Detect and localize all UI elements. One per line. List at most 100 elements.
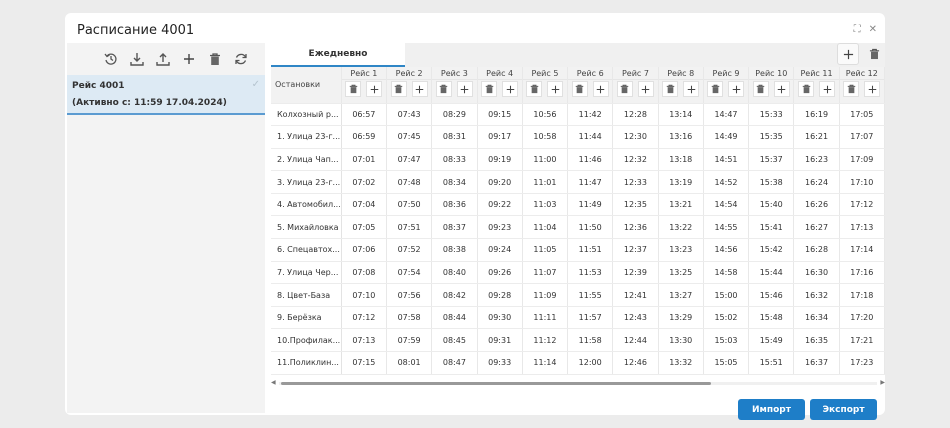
time-cell[interactable]: 09:33	[477, 351, 523, 375]
plus-icon[interactable]	[819, 81, 836, 97]
time-cell[interactable]: 07:01	[341, 148, 388, 172]
time-cell[interactable]: 08:36	[431, 193, 478, 217]
time-cell[interactable]: 14:58	[703, 261, 750, 285]
time-cell[interactable]: 08:45	[431, 328, 478, 353]
time-cell[interactable]: 17:12	[839, 193, 885, 217]
time-cell[interactable]: 16:23	[793, 148, 840, 172]
time-cell[interactable]: 11:00	[522, 148, 569, 172]
time-cell[interactable]: 09:17	[477, 125, 523, 149]
trash-icon[interactable]	[571, 81, 588, 97]
time-cell[interactable]: 17:16	[839, 261, 885, 285]
add-column-button[interactable]	[837, 43, 859, 65]
plus-icon[interactable]	[502, 81, 519, 97]
time-cell[interactable]: 12:33	[612, 170, 659, 194]
expand-icon[interactable]: ⛶	[854, 24, 861, 36]
scroll-right-icon[interactable]: ▶	[880, 379, 885, 386]
time-cell[interactable]: 09:19	[477, 148, 523, 172]
time-cell[interactable]: 11:05	[522, 238, 569, 262]
time-cell[interactable]: 12:32	[612, 148, 659, 172]
time-cell[interactable]: 07:13	[341, 328, 388, 353]
time-cell[interactable]: 16:26	[793, 193, 840, 217]
time-cell[interactable]: 15:02	[703, 306, 750, 330]
time-cell[interactable]: 15:41	[748, 215, 795, 240]
stop-name-cell[interactable]: 1. Улица 23-г...	[271, 125, 342, 149]
time-cell[interactable]: 15:35	[748, 125, 795, 149]
time-cell[interactable]: 11:57	[567, 306, 614, 330]
time-cell[interactable]: 11:01	[522, 170, 569, 194]
time-cell[interactable]: 14:49	[703, 125, 750, 149]
time-cell[interactable]: 07:50	[386, 193, 433, 217]
time-cell[interactable]: 09:24	[477, 238, 523, 262]
time-cell[interactable]: 12:37	[612, 238, 659, 262]
time-cell[interactable]: 07:05	[341, 215, 388, 240]
plus-icon[interactable]	[547, 81, 564, 97]
time-cell[interactable]: 14:56	[703, 238, 750, 262]
stop-name-cell[interactable]: 7. Улица Чер...	[271, 261, 342, 285]
time-cell[interactable]: 12:41	[612, 283, 659, 307]
plus-icon[interactable]	[728, 81, 745, 97]
time-cell[interactable]: 16:35	[793, 328, 840, 353]
time-cell[interactable]: 14:55	[703, 215, 750, 240]
time-cell[interactable]: 07:52	[386, 238, 433, 262]
trash-icon[interactable]	[345, 81, 362, 97]
time-cell[interactable]: 11:04	[522, 215, 569, 240]
time-cell[interactable]: 09:28	[477, 283, 523, 307]
plus-icon[interactable]	[773, 81, 790, 97]
time-cell[interactable]: 13:30	[658, 328, 704, 353]
time-cell[interactable]: 07:04	[341, 193, 388, 217]
plus-icon[interactable]	[411, 81, 428, 97]
trash-icon[interactable]	[526, 81, 543, 97]
time-cell[interactable]: 07:54	[386, 261, 433, 285]
stop-name-cell[interactable]: 2. Улица Чап...	[271, 148, 342, 172]
time-cell[interactable]: 15:40	[748, 193, 795, 217]
plus-icon[interactable]	[592, 81, 609, 97]
time-cell[interactable]: 16:30	[793, 261, 840, 285]
time-cell[interactable]: 09:22	[477, 193, 523, 217]
trash-icon[interactable]	[798, 81, 815, 97]
stop-name-cell[interactable]: Колхозный р...	[271, 103, 342, 127]
time-cell[interactable]: 17:20	[839, 306, 885, 330]
time-cell[interactable]: 15:03	[703, 328, 750, 353]
time-cell[interactable]: 11:55	[567, 283, 614, 307]
scroll-left-icon[interactable]: ◀	[271, 379, 276, 386]
time-cell[interactable]: 08:29	[431, 103, 478, 127]
time-cell[interactable]: 13:19	[658, 170, 704, 194]
scroll-thumb[interactable]	[281, 382, 711, 385]
export-button[interactable]: Экспорт	[810, 399, 877, 420]
time-cell[interactable]: 08:34	[431, 170, 478, 194]
time-cell[interactable]: 07:56	[386, 283, 433, 307]
time-cell[interactable]: 13:27	[658, 283, 704, 307]
time-cell[interactable]: 07:43	[386, 103, 433, 127]
stop-name-cell[interactable]: 6. Спецавтох...	[271, 238, 342, 262]
time-cell[interactable]: 12:28	[612, 103, 659, 127]
refresh-icon[interactable]	[233, 51, 249, 67]
trash-icon[interactable]	[707, 81, 724, 97]
time-cell[interactable]: 14:51	[703, 148, 750, 172]
time-cell[interactable]: 12:36	[612, 215, 659, 240]
time-cell[interactable]: 15:48	[748, 306, 795, 330]
plus-icon[interactable]	[366, 81, 383, 97]
close-icon[interactable]: ✕	[869, 24, 877, 36]
time-cell[interactable]: 13:18	[658, 148, 704, 172]
tab-daily[interactable]: Ежедневно	[271, 43, 405, 67]
time-cell[interactable]: 07:48	[386, 170, 433, 194]
import-button[interactable]: Импорт	[738, 399, 805, 420]
time-cell[interactable]: 07:15	[341, 351, 388, 375]
time-cell[interactable]: 17:14	[839, 238, 885, 262]
time-cell[interactable]: 15:05	[703, 351, 750, 375]
stop-name-cell[interactable]: 8. Цвет-База	[271, 283, 342, 307]
time-cell[interactable]: 14:47	[703, 103, 750, 127]
time-cell[interactable]: 14:54	[703, 193, 750, 217]
time-cell[interactable]: 15:51	[748, 351, 795, 375]
time-cell[interactable]: 12:00	[567, 351, 614, 375]
time-cell[interactable]: 10:56	[522, 103, 569, 127]
time-cell[interactable]: 17:23	[839, 351, 885, 375]
trash-icon[interactable]	[390, 81, 407, 97]
trash-icon[interactable]	[616, 81, 633, 97]
time-cell[interactable]: 08:37	[431, 215, 478, 240]
time-cell[interactable]: 09:26	[477, 261, 523, 285]
time-cell[interactable]: 17:07	[839, 125, 885, 149]
time-cell[interactable]: 16:19	[793, 103, 840, 127]
time-cell[interactable]: 07:10	[341, 283, 388, 307]
time-cell[interactable]: 11:44	[567, 125, 614, 149]
